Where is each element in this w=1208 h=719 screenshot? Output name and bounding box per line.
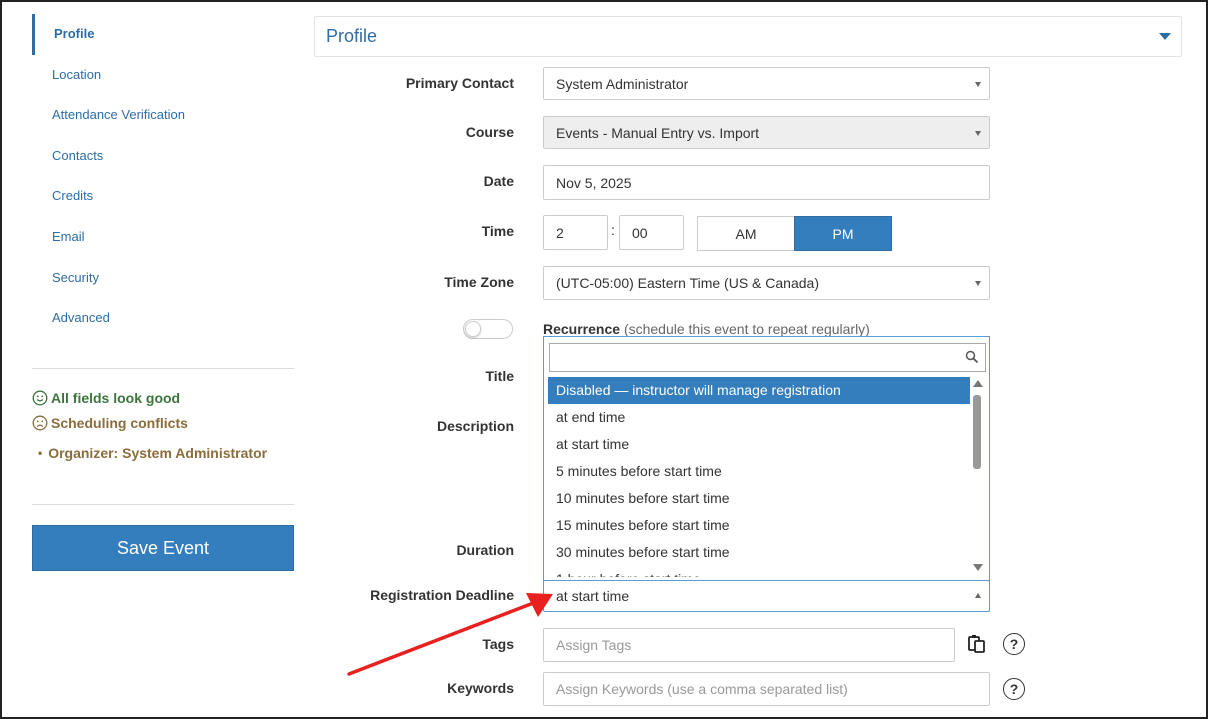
- sidebar-item-contacts[interactable]: Contacts: [32, 136, 294, 177]
- pm-button[interactable]: PM: [794, 216, 892, 251]
- search-icon: [965, 350, 979, 364]
- copy-tags-button[interactable]: [967, 634, 987, 659]
- title-label: Title: [485, 368, 514, 384]
- sidebar-item-attendance-verification[interactable]: Attendance Verification: [32, 95, 294, 136]
- time-zone-select[interactable]: (UTC-05:00) Eastern Time (US & Canada): [543, 266, 990, 300]
- dropdown-option[interactable]: at end time: [548, 404, 970, 431]
- organizer-conflict-text: Organizer: System Administrator: [48, 445, 268, 461]
- smile-icon: [32, 390, 48, 406]
- time-zone-label: Time Zone: [444, 274, 514, 290]
- primary-contact-label: Primary Contact: [405, 75, 514, 91]
- sidebar-item-advanced[interactable]: Advanced: [32, 298, 294, 339]
- course-value: Events - Manual Entry vs. Import: [556, 124, 760, 141]
- dropdown-option[interactable]: at start time: [548, 431, 970, 458]
- scroll-up-icon[interactable]: [973, 380, 983, 387]
- time-separator: :: [611, 222, 615, 238]
- panel-title: Profile: [326, 26, 378, 46]
- chevron-up-icon: [975, 593, 981, 598]
- recurrence-hint: (schedule this event to repeat regularly…: [623, 321, 870, 337]
- scroll-thumb[interactable]: [973, 395, 981, 469]
- save-event-button[interactable]: Save Event: [32, 525, 294, 571]
- sidebar-item-credits[interactable]: Credits: [32, 176, 294, 217]
- annotation-arrow-icon: [347, 593, 553, 676]
- primary-contact-select[interactable]: System Administrator: [543, 67, 990, 100]
- sidebar-divider-2: [32, 504, 294, 505]
- keywords-help-icon[interactable]: ?: [1003, 678, 1025, 700]
- primary-contact-value: System Administrator: [556, 75, 689, 92]
- hour-input[interactable]: 2: [543, 215, 608, 250]
- dropdown-option[interactable]: 5 minutes before start time: [548, 458, 970, 485]
- tags-help-icon[interactable]: ?: [1003, 633, 1025, 655]
- dropdown-option[interactable]: 1 hour before start time: [548, 566, 970, 577]
- frown-icon: [32, 415, 48, 431]
- sidebar-nav: Profile Location Attendance Verification…: [32, 14, 294, 339]
- bullet-icon: •: [38, 446, 43, 460]
- registration-deadline-dropdown[interactable]: Disabled — instructor will manage regist…: [543, 336, 990, 581]
- status-all-good-text: All fields look good: [51, 390, 181, 406]
- course-select: Events - Manual Entry vs. Import: [543, 116, 990, 149]
- recurrence-title: Recurrence: [543, 321, 621, 337]
- course-label: Course: [465, 124, 514, 140]
- collapse-caret-icon[interactable]: [1159, 33, 1171, 40]
- tags-input[interactable]: Assign Tags: [543, 628, 955, 662]
- scroll-down-icon[interactable]: [973, 564, 983, 571]
- date-label: Date: [483, 173, 514, 189]
- chevron-down-icon: [975, 81, 981, 87]
- date-value: Nov 5, 2025: [556, 174, 632, 191]
- registration-deadline-select[interactable]: at start time: [543, 580, 990, 612]
- sidebar-item-security[interactable]: Security: [32, 258, 294, 299]
- toggle-knob: [465, 321, 481, 337]
- chevron-down-icon: [975, 130, 981, 136]
- date-input[interactable]: Nov 5, 2025: [543, 165, 990, 200]
- sidebar-item-profile[interactable]: Profile: [32, 14, 294, 55]
- clipboard-copy-icon: [968, 635, 985, 653]
- keywords-input[interactable]: Assign Keywords (use a comma separated l…: [543, 672, 990, 706]
- description-label: Description: [436, 418, 514, 434]
- dropdown-option[interactable]: Disabled — instructor will manage regist…: [548, 377, 970, 404]
- duration-label: Duration: [456, 542, 514, 558]
- dropdown-option[interactable]: 30 minutes before start time: [548, 539, 970, 566]
- sidebar-item-location[interactable]: Location: [32, 55, 294, 96]
- status-conflicts-text: Scheduling conflicts: [51, 415, 188, 431]
- dropdown-option[interactable]: 10 minutes before start time: [548, 485, 970, 512]
- sidebar-divider: [32, 368, 294, 369]
- keywords-placeholder: Assign Keywords (use a comma separated l…: [556, 681, 848, 697]
- keywords-label: Keywords: [447, 680, 514, 696]
- recurrence-toggle[interactable]: [463, 319, 513, 339]
- recurrence-label: Recurrence (schedule this event to repea…: [543, 321, 870, 337]
- registration-deadline-value: at start time: [556, 588, 630, 604]
- dropdown-search-input[interactable]: [549, 343, 986, 372]
- time-label: Time: [481, 223, 514, 239]
- tags-placeholder: Assign Tags: [556, 637, 632, 653]
- profile-panel-header[interactable]: Profile: [314, 16, 1182, 57]
- am-button[interactable]: AM: [697, 216, 795, 251]
- dropdown-option[interactable]: 15 minutes before start time: [548, 512, 970, 539]
- dropdown-options: Disabled — instructor will manage regist…: [548, 377, 970, 577]
- status-all-good: All fields look good: [32, 390, 180, 406]
- status-conflicts: Scheduling conflicts: [32, 415, 188, 431]
- sidebar-item-email[interactable]: Email: [32, 217, 294, 258]
- conflict-list-item: • Organizer: System Administrator: [38, 445, 267, 461]
- minute-input[interactable]: 00: [619, 215, 684, 250]
- hour-value: 2: [556, 224, 564, 241]
- dropdown-scrollbar[interactable]: [971, 377, 985, 577]
- minute-value: 00: [632, 224, 648, 241]
- chevron-down-icon: [975, 281, 981, 286]
- time-zone-value: (UTC-05:00) Eastern Time (US & Canada): [556, 275, 819, 291]
